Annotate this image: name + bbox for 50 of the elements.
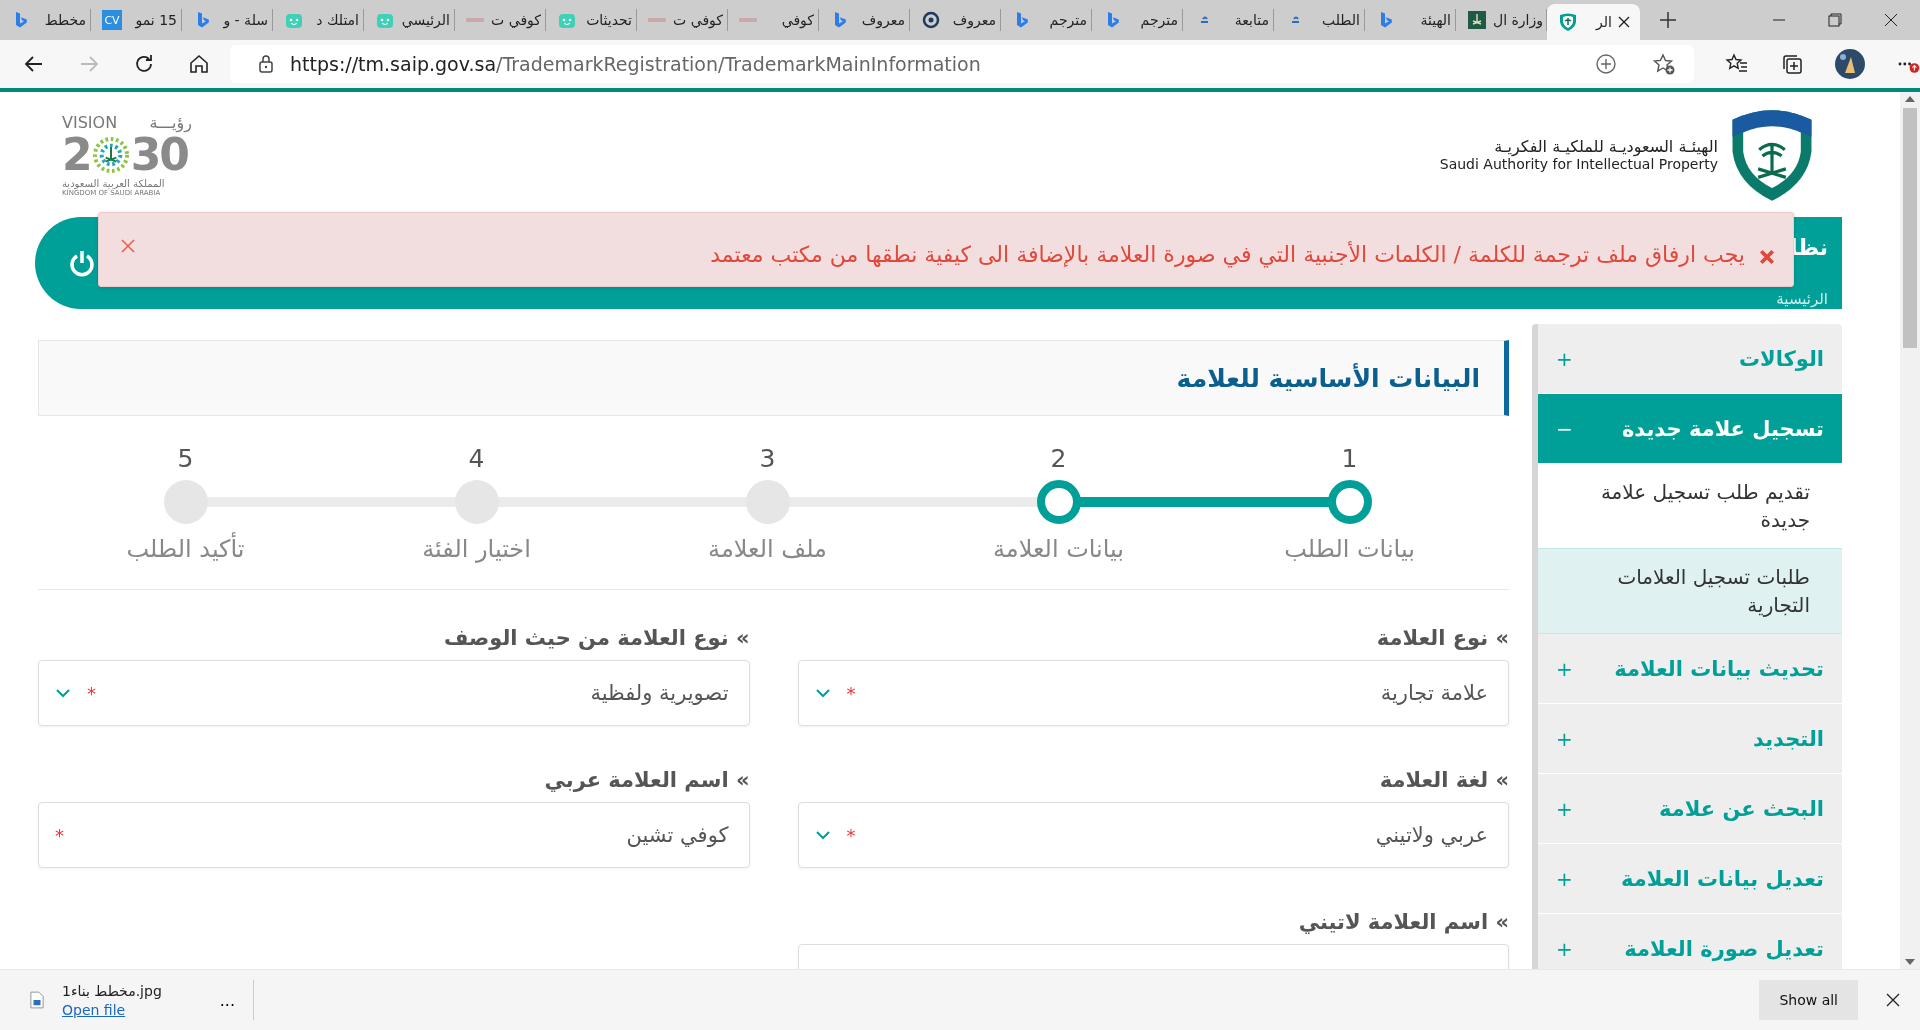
step-number: 4: [468, 444, 485, 473]
open-file-link[interactable]: Open file: [62, 1001, 162, 1018]
browser-tab[interactable]: مترجم: [1092, 9, 1183, 31]
browser-tab[interactable]: وزارة ال: [1456, 9, 1547, 31]
step-label: بيانات الطلب: [1284, 535, 1415, 563]
dropdown-field[interactable]: علامة تجارية *: [797, 660, 1509, 726]
step-number: 5: [177, 444, 194, 473]
step-number: 1: [1341, 444, 1358, 473]
alert-message: يجب ارفاق ملف ترجمة للكلمة / الكلمات الأجنبية التي في صورة العلامة بالإضافة الى كيفية نطقها من مكتب معتمد: [709, 242, 1745, 267]
field-label: » اسم العلامة عربي: [543, 768, 750, 792]
browser-tab[interactable]: معروف: [910, 9, 1001, 31]
browser-tab[interactable]: امتلك د: [273, 9, 364, 31]
browser-tab[interactable]: معروف: [819, 9, 910, 31]
dropdown-field[interactable]: عربي ولاتيني *: [797, 802, 1509, 868]
file-name: مخطط بناء1.jpg: [62, 982, 162, 999]
more-options-button[interactable]: ...: [219, 990, 236, 1010]
browser-tab[interactable]: كوفي ت: [637, 9, 728, 31]
show-all-button[interactable]: Show all: [1759, 980, 1858, 1020]
browser-tab[interactable]: مترجم: [1001, 9, 1092, 31]
browser-tab[interactable]: كوفي: [728, 9, 819, 31]
browser-tab[interactable]: الهيئة: [1365, 9, 1456, 31]
step-label: بيانات العلامة: [992, 535, 1125, 563]
sidebar-link[interactable]: طلبات تسجيل العلامات التجارية: [1538, 548, 1842, 634]
field-label: » لغة العلامة: [1378, 768, 1509, 792]
step-number: 2: [1050, 444, 1067, 473]
browser-tab[interactable]: مخطط: [0, 9, 91, 31]
address-bar[interactable]: https://tm.saip.gov.sa/TrademarkRegistration/TrademarkMainInformation: [230, 45, 1694, 83]
required-mark: *: [87, 682, 96, 704]
field-label: » نوع العلامة: [1375, 626, 1509, 650]
browser-tab[interactable]: متابعة: [1183, 9, 1274, 31]
input-field[interactable]: كوفي تشين *: [38, 802, 750, 868]
sidebar-link[interactable]: تقديم طلب تسجيل علامة جديدة: [1538, 464, 1842, 548]
step-label: اختيار الفئة: [422, 535, 531, 563]
step-number: 3: [759, 444, 776, 473]
browser-tab[interactable]: تحديثات: [546, 9, 637, 31]
browser-tab[interactable]: كوفي ت: [455, 9, 546, 31]
browser-tab[interactable]: سلة - و: [182, 9, 273, 31]
browser-tab[interactable]: الرئيسي: [364, 9, 455, 31]
browser-tab[interactable]: الر: [1547, 4, 1640, 40]
dropdown-field[interactable]: تصويرية ولفظية *: [38, 660, 750, 726]
browser-tab[interactable]: الطلب: [1274, 9, 1365, 31]
field-label: » اسم العلامة لاتيني: [1297, 910, 1509, 934]
required-mark: *: [55, 824, 64, 846]
required-mark: *: [846, 682, 856, 704]
required-mark: *: [846, 824, 856, 846]
section-title: البيانات الأساسية للعلامة: [1176, 363, 1480, 393]
cv-icon: CV: [102, 10, 122, 30]
field-label: » نوع العلامة من حيث الوصف: [442, 626, 750, 650]
url-text: https://tm.saip.gov.sa/TrademarkRegistration/TrademarkMainInformation: [290, 53, 982, 75]
step-label: ملف العلامة: [708, 535, 827, 563]
